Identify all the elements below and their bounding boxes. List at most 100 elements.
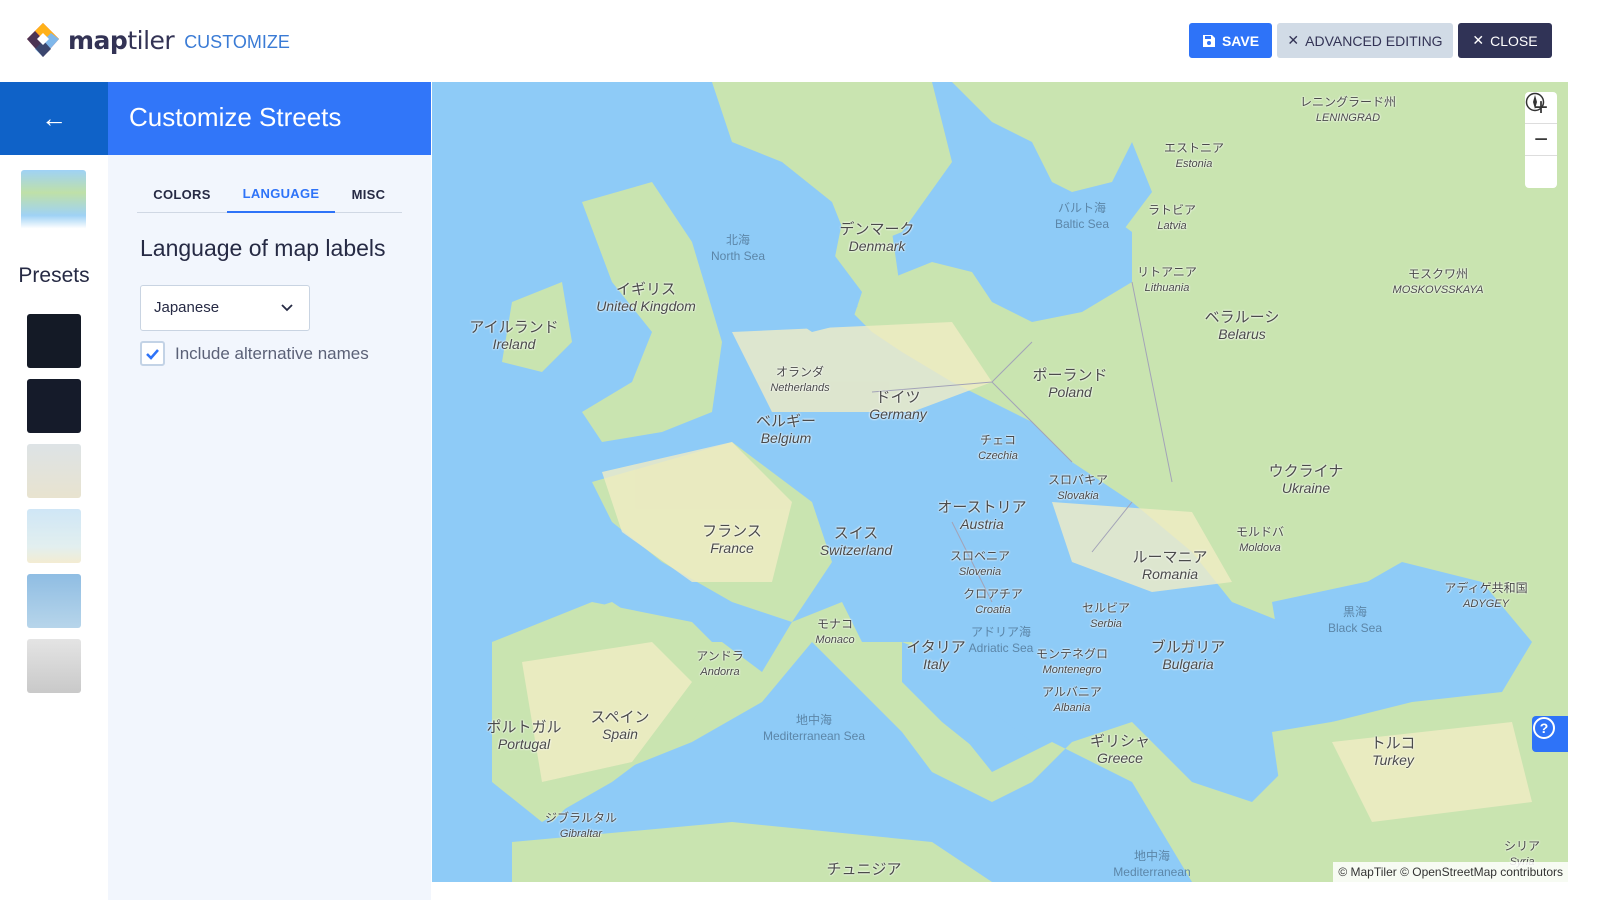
question-icon: ?	[1533, 717, 1555, 739]
map-label: モルドバ Moldova	[1236, 524, 1284, 556]
label-english: Adriatic Sea	[968, 641, 1034, 655]
map-view[interactable]: レニングラード州 LENINGRAD エストニア Estonia バルト海 Baltic …	[432, 82, 1568, 882]
tab-language[interactable]: LANGUAGE	[227, 175, 335, 213]
alt-names-label[interactable]: Include alternative names	[175, 344, 369, 364]
map-label: チェコ Czechia	[978, 432, 1018, 464]
language-select[interactable]: Japanese	[140, 285, 310, 331]
label-japanese: エストニア	[1163, 141, 1225, 155]
label-japanese: オーストリア	[937, 499, 1027, 516]
label-japanese: モスクワ州	[1407, 267, 1469, 281]
map-attribution[interactable]: © MapTiler © OpenStreetMap contributors	[1333, 862, 1568, 882]
tab-colors[interactable]: COLORS	[137, 175, 227, 213]
label-japanese: シリア	[1503, 839, 1541, 853]
label-japanese: スロバキア	[1047, 473, 1109, 487]
label-english: Albania	[1053, 702, 1091, 714]
label-japanese: ドイツ	[875, 389, 921, 406]
label-japanese: バルト海	[1057, 201, 1106, 215]
label-japanese: アンドラ	[696, 649, 744, 663]
language-select-value: Japanese	[154, 299, 220, 316]
label-japanese: イタリア	[906, 639, 966, 656]
label-japanese: 地中海	[795, 713, 833, 727]
label-japanese: ジブラルタル	[544, 811, 618, 825]
label-english: Turkey	[1372, 752, 1414, 768]
label-english: Belarus	[1218, 326, 1266, 342]
help-button[interactable]: ?	[1532, 716, 1568, 752]
top-bar: maptiler CUSTOMIZE SAVE ✕ ADVANCED EDITIN…	[0, 0, 1600, 82]
preset-thumb-dark[interactable]	[27, 314, 81, 368]
map-label: アンドラ Andorra	[696, 648, 744, 680]
preset-thumb-light-blue[interactable]	[27, 509, 81, 563]
floppy-disk-icon	[1202, 34, 1215, 47]
map-label: モスクワ州 MOSKOVSSKAYA	[1393, 266, 1484, 298]
label-english: Germany	[869, 406, 927, 422]
preset-thumb-darkmatter[interactable]	[27, 379, 81, 433]
label-english: Italy	[923, 656, 949, 672]
map-label: アイルランド Ireland	[469, 319, 559, 353]
map-label: ウクライナ Ukraine	[1268, 463, 1344, 497]
chevron-down-icon	[281, 304, 293, 312]
label-japanese: ルーマニア	[1132, 549, 1208, 566]
save-button[interactable]: SAVE	[1189, 23, 1272, 58]
map-label: アディゲ共和国 ADYGEY	[1444, 580, 1527, 612]
map-label: スペイン Spain	[591, 710, 650, 743]
minus-icon: −	[1533, 125, 1548, 153]
zoom-out-button[interactable]: −	[1525, 124, 1557, 156]
label-english: Greece	[1097, 750, 1143, 766]
section-heading: Language of map labels	[140, 235, 386, 261]
label-english: Lithuania	[1144, 282, 1190, 294]
label-english: ADYGEY	[1463, 598, 1509, 610]
map-label: スイス Switzerland	[819, 526, 893, 559]
close-button[interactable]: ✕ CLOSE	[1458, 23, 1552, 58]
label-japanese: ベラルーシ	[1204, 309, 1280, 326]
save-label: SAVE	[1221, 32, 1260, 49]
label-english: Portugal	[497, 736, 551, 752]
map-label: ジブラルタル Gibraltar	[545, 810, 617, 842]
label-japanese: アルバニア	[1042, 685, 1102, 699]
label-english: Mediterranean	[1113, 865, 1191, 879]
map-label: ドイツ Germany	[869, 389, 927, 423]
checkmark-icon	[146, 349, 159, 360]
map-label: ベラルーシ Belarus	[1204, 309, 1280, 343]
label-english: Andorra	[700, 666, 740, 678]
label-japanese: 地中海	[1133, 849, 1171, 863]
label-english: Estonia	[1175, 158, 1213, 170]
map-label: ポルトガル Portugal	[486, 720, 561, 753]
current-style-thumbnail[interactable]	[21, 170, 86, 235]
advanced-editing-button[interactable]: ✕ ADVANCED EDITING	[1277, 23, 1453, 58]
maptiler-logo[interactable]: maptiler CUSTOMIZE	[26, 22, 290, 58]
map-label: デンマーク Denmark	[839, 222, 914, 255]
alt-names-checkbox[interactable]	[140, 341, 165, 366]
label-english: Romania	[1141, 566, 1199, 582]
preset-thumb-pastel[interactable]	[27, 444, 81, 498]
label-japanese: レニングラード州	[1299, 95, 1397, 109]
label-english: Mediterranean Sea	[762, 729, 866, 743]
label-japanese: ウクライナ	[1268, 463, 1344, 480]
map-label: 地中海 Mediterranean	[1113, 848, 1190, 880]
label-japanese: トルコ	[1370, 735, 1416, 752]
label-english: Spain	[602, 726, 638, 742]
map-label: 黒海 Black Sea	[1328, 604, 1382, 636]
back-button[interactable]: ←	[0, 82, 108, 155]
tab-misc[interactable]: MISC	[335, 175, 402, 213]
preset-thumb-winter[interactable]	[27, 574, 81, 628]
map-label: ポーランド Poland	[1032, 368, 1107, 401]
label-japanese: ベルギー	[755, 413, 817, 430]
map-label: ルーマニア Romania	[1132, 549, 1208, 583]
label-japanese: アドリア海	[970, 625, 1032, 639]
tab-bar: COLORS LANGUAGE MISC	[137, 175, 402, 213]
customize-panel: Customize Streets COLORS LANGUAGE MISC L…	[108, 82, 431, 900]
label-english: Denmark	[848, 238, 906, 254]
label-japanese: モルドバ	[1235, 525, 1285, 539]
compass-button[interactable]	[1525, 92, 1557, 188]
map-label: セルビア Serbia	[1082, 600, 1130, 632]
map-label: フランス France	[702, 524, 762, 557]
label-japanese: アイルランド	[469, 319, 559, 336]
label-english: Gibraltar	[559, 828, 603, 840]
map-label: モナコ Monaco	[815, 616, 854, 648]
label-english: Switzerland	[819, 542, 893, 558]
map-label: レニングラード州 LENINGRAD	[1300, 94, 1396, 126]
close-icon: ✕	[1287, 32, 1300, 48]
preset-thumb-grayscale[interactable]	[27, 639, 81, 693]
map-label: オーストリア Austria	[937, 499, 1027, 533]
label-english: LENINGRAD	[1315, 112, 1381, 124]
